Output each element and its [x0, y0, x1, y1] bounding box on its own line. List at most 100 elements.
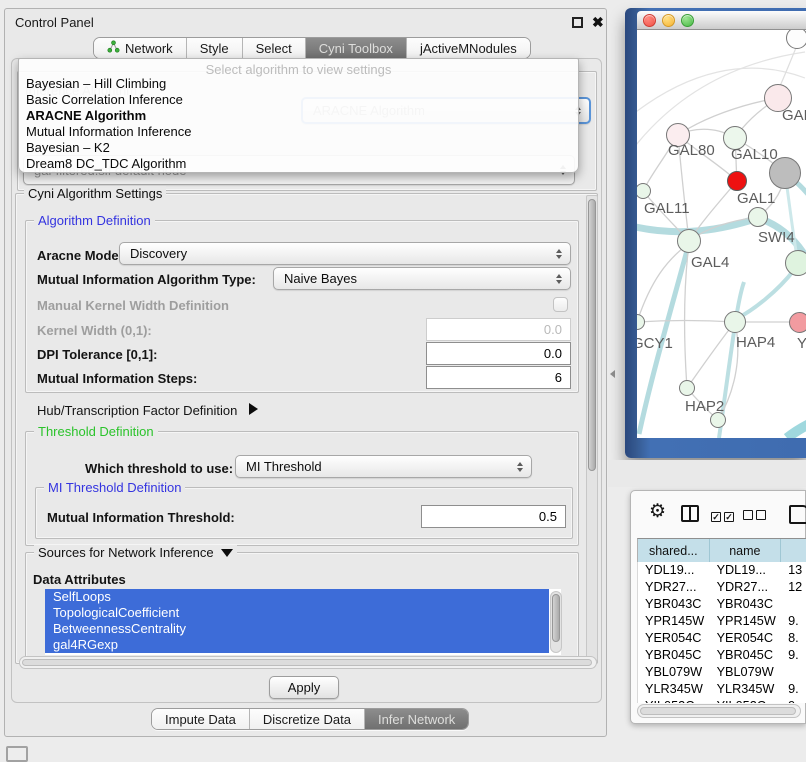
split-columns-icon[interactable]: [681, 505, 699, 522]
restore-panel-icon[interactable]: [6, 746, 28, 762]
table-cell[interactable]: 12: [781, 579, 806, 596]
export-table-icon[interactable]: [789, 505, 806, 524]
dropdown-item[interactable]: Dream8 DC_TDC Algorithm: [25, 156, 573, 172]
network-node-gal4[interactable]: [677, 229, 701, 253]
dropdown-item[interactable]: Bayesian – Hill Climbing: [25, 76, 573, 92]
table-row[interactable]: YBR043C YBR043C: [638, 596, 806, 613]
table-cell[interactable]: YIL052C: [638, 698, 710, 703]
table-cell[interactable]: YLR345W: [638, 681, 710, 698]
table-cell[interactable]: YBL079W: [710, 664, 782, 681]
mi-type-combobox[interactable]: Naive Bayes: [273, 267, 571, 290]
column-header-name[interactable]: name: [710, 539, 782, 562]
table-row[interactable]: YPR145W YPR145W 9.: [638, 613, 806, 630]
tab-discretize-data[interactable]: Discretize Data: [249, 709, 364, 729]
table-cell[interactable]: YPR145W: [638, 613, 710, 630]
tab-cyni-toolbox[interactable]: Cyni Toolbox: [305, 38, 406, 58]
list-item[interactable]: SelfLoops: [45, 589, 549, 605]
table-cell[interactable]: YBR043C: [710, 596, 782, 613]
tab-jactivemnodules[interactable]: jActiveMNodules: [406, 38, 530, 58]
network-node[interactable]: [786, 30, 806, 49]
network-node-hap2[interactable]: [679, 380, 695, 396]
table-row[interactable]: YBR045C YBR045C 9.: [638, 647, 806, 664]
unselect-all-columns-icon[interactable]: [743, 508, 769, 523]
column-header-shared-name[interactable]: shared...: [638, 539, 710, 562]
table-cell[interactable]: YBR043C: [638, 596, 710, 613]
table-cell[interactable]: YER054C: [638, 630, 710, 647]
table-cell[interactable]: YDR27...: [638, 579, 710, 596]
kernel-width-field[interactable]: 0.0: [426, 318, 571, 341]
settings-hscrollbar-thumb[interactable]: [22, 659, 592, 666]
settings-scrollbar[interactable]: [586, 195, 598, 661]
gear-icon[interactable]: ⚙: [649, 502, 666, 521]
table-cell[interactable]: YDR27...: [710, 579, 782, 596]
window-zoom-icon[interactable]: [681, 14, 694, 27]
mi-threshold-field[interactable]: 0.5: [421, 505, 566, 528]
network-canvas[interactable]: GAL GAL80 GAL10 GAL1 GAL11 SWI4 GAL4 GCY…: [637, 30, 806, 438]
list-item[interactable]: gal4RGexp: [45, 637, 549, 653]
table-hscrollbar-thumb[interactable]: [640, 707, 796, 715]
network-node-swi4[interactable]: [748, 207, 768, 227]
table-cell[interactable]: YBR045C: [710, 647, 782, 664]
table-cell[interactable]: 8.: [781, 630, 806, 647]
select-all-columns-icon[interactable]: ✓✓: [711, 508, 737, 523]
settings-scrollbar-thumb[interactable]: [588, 199, 596, 471]
table-row[interactable]: YER054C YER054C 8.: [638, 630, 806, 647]
network-node-hap4[interactable]: [724, 311, 746, 333]
manual-kernel-checkbox[interactable]: [553, 297, 568, 312]
table-cell[interactable]: 9.: [781, 698, 806, 703]
network-node[interactable]: [785, 250, 806, 276]
table-cell[interactable]: 9.: [781, 647, 806, 664]
tab-select[interactable]: Select: [242, 38, 305, 58]
aracne-mode-combobox[interactable]: Discovery: [119, 242, 571, 265]
splitter-handle-icon[interactable]: [610, 370, 615, 378]
network-window-titlebar[interactable]: [637, 11, 806, 30]
which-threshold-combobox[interactable]: MI Threshold: [235, 455, 532, 478]
expander-expanded-icon[interactable]: [221, 549, 233, 557]
cyni-bottom-tabbar: Impute Data Discretize Data Infer Networ…: [151, 708, 469, 730]
table-cell[interactable]: YER054C: [710, 630, 782, 647]
table-cell[interactable]: [781, 664, 806, 681]
table-cell[interactable]: [781, 596, 806, 613]
dropdown-item[interactable]: Mutual Information Inference: [25, 124, 573, 140]
mi-steps-field[interactable]: 6: [426, 366, 571, 389]
table-cell[interactable]: YIL052C: [710, 698, 782, 703]
column-header-partial[interactable]: [781, 539, 806, 562]
attributes-scrollbar[interactable]: [550, 591, 562, 653]
attributes-scrollbar-thumb[interactable]: [552, 594, 560, 642]
table-cell[interactable]: 9.: [781, 613, 806, 630]
apply-button[interactable]: Apply: [269, 676, 339, 699]
table-row[interactable]: YDR27... YDR27... 12: [638, 579, 806, 596]
table-cell[interactable]: YBL079W: [638, 664, 710, 681]
table-cell[interactable]: YDL19...: [710, 562, 782, 579]
list-item[interactable]: TopologicalCoefficient: [45, 605, 549, 621]
tab-network[interactable]: Network: [94, 38, 186, 58]
dropdown-item[interactable]: Basic Correlation Inference: [25, 92, 573, 108]
list-item[interactable]: BetweennessCentrality: [45, 621, 549, 637]
table-cell[interactable]: YDL19...: [638, 562, 710, 579]
settings-hscrollbar[interactable]: [19, 656, 597, 669]
close-panel-icon[interactable]: ✖: [592, 14, 604, 30]
table-hscrollbar[interactable]: [637, 704, 801, 718]
table-cell[interactable]: 13: [781, 562, 806, 579]
table-row[interactable]: YBL079W YBL079W: [638, 664, 806, 681]
float-panel-icon[interactable]: [572, 17, 583, 28]
table-row[interactable]: YDL19... YDL19... 13: [638, 562, 806, 579]
hub-expander[interactable]: Hub/Transcription Factor Definition: [37, 403, 258, 418]
expander-collapsed-icon[interactable]: [249, 403, 258, 415]
table-row[interactable]: YLR345W YLR345W 9.: [638, 681, 806, 698]
dpi-tolerance-field[interactable]: 0.0: [426, 342, 571, 365]
dropdown-item[interactable]: Bayesian – K2: [25, 140, 573, 156]
tab-style[interactable]: Style: [186, 38, 242, 58]
tab-infer-network[interactable]: Infer Network: [364, 709, 468, 729]
network-node-salmon[interactable]: [789, 312, 806, 333]
network-node-gal1-selected[interactable]: [727, 171, 747, 191]
table-cell[interactable]: YBR045C: [638, 647, 710, 664]
tab-impute-data[interactable]: Impute Data: [152, 709, 249, 729]
window-close-icon[interactable]: [643, 14, 656, 27]
dropdown-item-selected[interactable]: ARACNE Algorithm: [25, 108, 573, 124]
table-cell[interactable]: YPR145W: [710, 613, 782, 630]
window-minimize-icon[interactable]: [662, 14, 675, 27]
table-cell[interactable]: 9.: [781, 681, 806, 698]
table-cell[interactable]: YLR345W: [710, 681, 782, 698]
table-row[interactable]: YIL052C YIL052C 9.: [638, 698, 806, 703]
